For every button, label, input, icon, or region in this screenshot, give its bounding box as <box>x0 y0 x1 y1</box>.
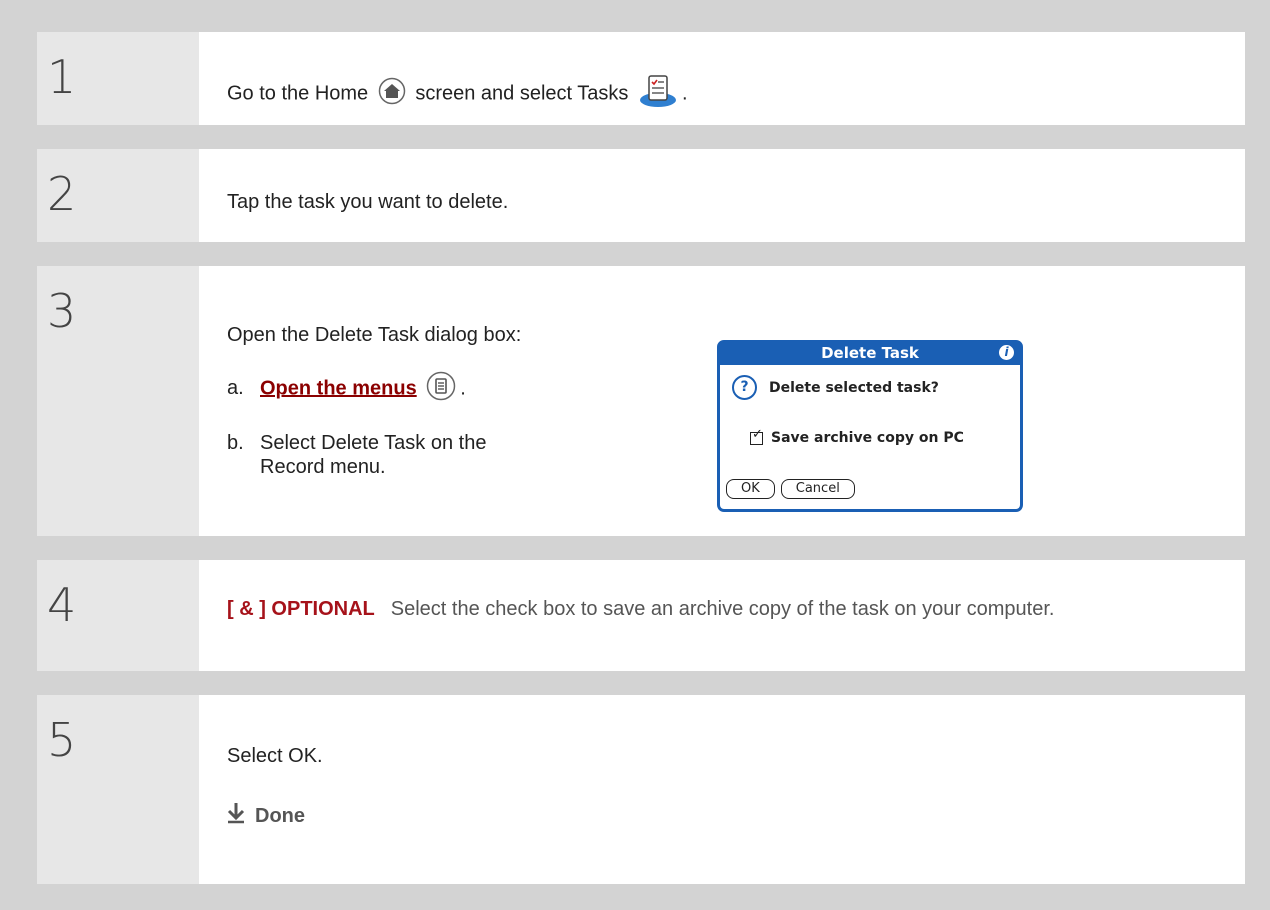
archive-checkbox-row[interactable]: Save archive copy on PC <box>750 427 1020 446</box>
substep-label: a. <box>227 377 244 400</box>
step-number: 4 <box>37 560 199 671</box>
step-2: 2 Tap the task you want to delete. <box>37 149 1245 242</box>
steps-list: 1 Go to the Home screen and select Tasks <box>37 32 1245 908</box>
step-1: 1 Go to the Home screen and select Tasks <box>37 32 1245 125</box>
step-content: Open the Delete Task dialog box: a. Open … <box>199 266 1245 536</box>
substep-text: Select Delete Task on the <box>260 432 487 454</box>
substep-end: . <box>460 377 466 400</box>
step-content: Select OK. Done <box>199 695 1245 884</box>
step-text: Tap the task you want to delete. <box>227 191 509 213</box>
step-text: . <box>681 82 688 105</box>
done-label: Done <box>255 804 305 827</box>
tasks-icon <box>638 74 678 114</box>
step-text: Select OK. <box>227 745 323 767</box>
step-5: 5 Select OK. Done <box>37 695 1245 884</box>
delete-task-dialog: Delete Task i ? Delete selected task? Sa… <box>717 340 1023 512</box>
step-content: Tap the task you want to delete. <box>199 149 1245 242</box>
archive-checkbox[interactable] <box>750 427 763 445</box>
step-4: 4 [ & ] OPTIONAL Select the check box to … <box>37 560 1245 671</box>
cancel-button[interactable]: Cancel <box>780 479 855 499</box>
step-number: 1 <box>37 32 199 125</box>
question-icon: ? <box>732 375 757 400</box>
open-menus-link[interactable]: Open the menus <box>260 377 417 399</box>
step-text: Go to the Home <box>227 82 369 105</box>
info-icon[interactable]: i <box>999 345 1014 360</box>
step-number: 2 <box>37 149 199 242</box>
archive-checkbox-label: Save archive copy on PC <box>771 430 964 446</box>
step-text: Select the check box to save an archive … <box>390 598 1055 620</box>
step-number: 5 <box>37 695 199 884</box>
optional-tag: [ & ] OPTIONAL <box>227 598 375 620</box>
step-content: [ & ] OPTIONAL Select the check box to sa… <box>199 560 1245 671</box>
dialog-question-row: ? Delete selected task? <box>732 375 1020 400</box>
step-content: Go to the Home screen and select Tasks . <box>199 32 1245 125</box>
dialog-question: Delete selected task? <box>769 379 939 396</box>
step-3: 3 Open the Delete Task dialog box: a. Ope… <box>37 266 1245 536</box>
done-marker: Done <box>227 802 1217 830</box>
down-arrow-icon <box>227 802 245 830</box>
dialog-title-bar: Delete Task i <box>720 343 1020 365</box>
menu-icon <box>426 371 456 407</box>
dialog-title: Delete Task <box>821 344 919 362</box>
ok-button[interactable]: OK <box>726 479 775 499</box>
dialog-buttons: OK Cancel <box>726 479 855 499</box>
home-icon <box>378 77 406 111</box>
substep-label: b. <box>227 432 244 454</box>
step-number: 3 <box>37 266 199 536</box>
step-text: screen and select Tasks <box>415 82 629 105</box>
